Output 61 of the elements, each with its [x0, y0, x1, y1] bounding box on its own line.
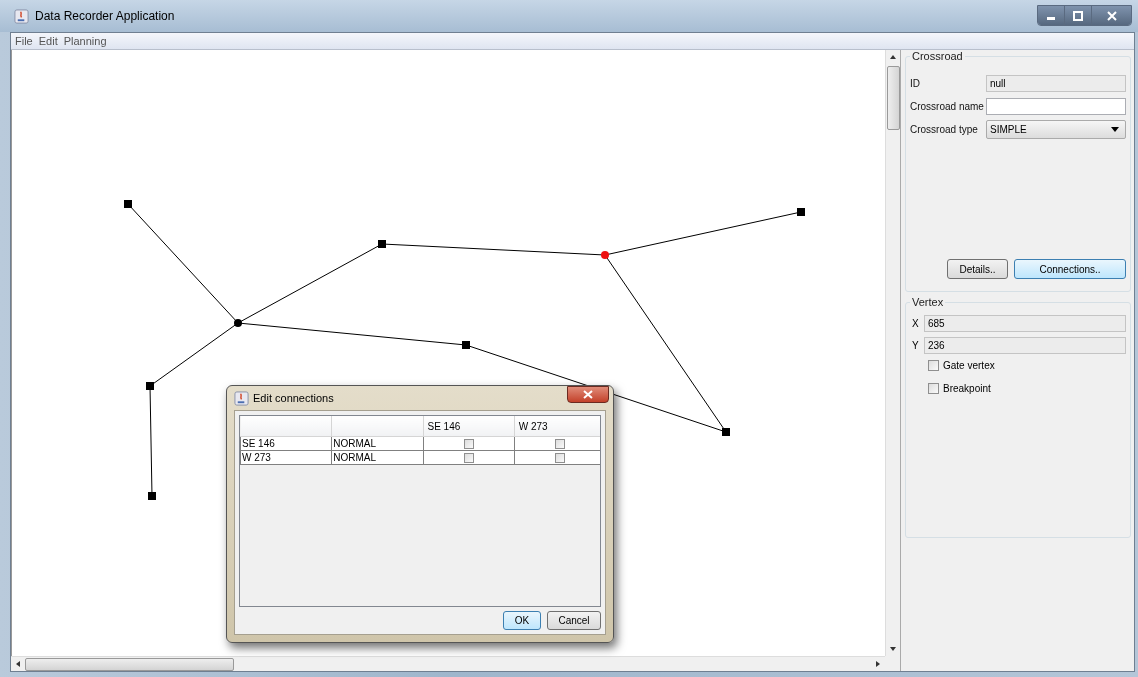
scroll-down-icon: [889, 645, 897, 653]
button[interactable]: Details..: [947, 259, 1008, 279]
maximize-button[interactable]: [1065, 6, 1092, 25]
button[interactable]: Connections..: [1014, 259, 1126, 279]
dialog-title: Edit connections: [253, 392, 334, 404]
checkbox-label: Breakpoint: [943, 383, 991, 394]
checkbox[interactable]: [463, 438, 474, 449]
scroll-thumb[interactable]: [886, 66, 900, 130]
scroll-left-icon: [14, 660, 22, 668]
field-label: Y: [912, 339, 920, 351]
vertex-node[interactable]: [797, 208, 805, 216]
button[interactable]: Cancel: [547, 611, 601, 630]
close-button[interactable]: [1092, 6, 1131, 25]
menu-item[interactable]: Edit: [38, 35, 58, 47]
horizontal-scrollbar[interactable]: [11, 656, 885, 671]
crossroad-type-dropdown[interactable]: SIMPLE: [986, 120, 1126, 139]
scroll-thumb[interactable]: [25, 657, 234, 671]
input-field[interactable]: null: [986, 75, 1126, 92]
vertex-node[interactable]: [234, 319, 242, 327]
input-field[interactable]: 236: [924, 336, 1126, 354]
column-header[interactable]: W 273: [514, 416, 600, 437]
window-title: Data Recorder Application: [35, 9, 175, 23]
scroll-right-icon: [874, 660, 882, 668]
checkbox[interactable]: [554, 438, 565, 449]
group-title: Crossroad: [911, 50, 964, 62]
vertex-node[interactable]: [146, 382, 154, 390]
close-icon: [583, 390, 593, 399]
vertex-node[interactable]: [462, 341, 470, 349]
field-label: Crossroad type: [910, 124, 979, 135]
field-label: Crossroad name: [910, 101, 985, 112]
column-header[interactable]: [331, 416, 423, 437]
input-field[interactable]: [986, 98, 1126, 115]
menu-item[interactable]: File: [15, 35, 33, 47]
vertex-node[interactable]: [148, 492, 156, 500]
column-header[interactable]: [240, 416, 332, 437]
minimize-icon: [1047, 17, 1055, 20]
checkbox-label: Gate vertex: [943, 360, 995, 371]
vertex-node[interactable]: [722, 428, 730, 436]
checkbox[interactable]: [928, 360, 939, 371]
vertex-node[interactable]: [124, 200, 132, 208]
vertical-scrollbar[interactable]: [885, 50, 900, 656]
checkbox[interactable]: [554, 452, 565, 463]
field-label: ID: [910, 78, 921, 89]
minimize-button[interactable]: [1038, 6, 1065, 25]
close-icon: [1106, 10, 1117, 21]
group-title: Vertex: [911, 296, 945, 308]
app-icon: [234, 390, 249, 406]
input-field[interactable]: 685: [924, 314, 1126, 332]
menu-item[interactable]: Planning: [63, 35, 107, 47]
checkbox[interactable]: [928, 383, 939, 394]
field-label: X: [912, 317, 920, 329]
close-button[interactable]: [567, 386, 609, 403]
maximize-icon: [1073, 10, 1083, 21]
column-header[interactable]: SE 146: [423, 416, 515, 437]
app-icon: [14, 8, 29, 24]
button[interactable]: OK: [503, 611, 541, 630]
vertex-node[interactable]: [601, 251, 609, 259]
scroll-up-icon: [889, 53, 897, 61]
vertex-node[interactable]: [378, 240, 386, 248]
caret-icon: [1111, 127, 1119, 132]
checkbox[interactable]: [463, 452, 474, 463]
